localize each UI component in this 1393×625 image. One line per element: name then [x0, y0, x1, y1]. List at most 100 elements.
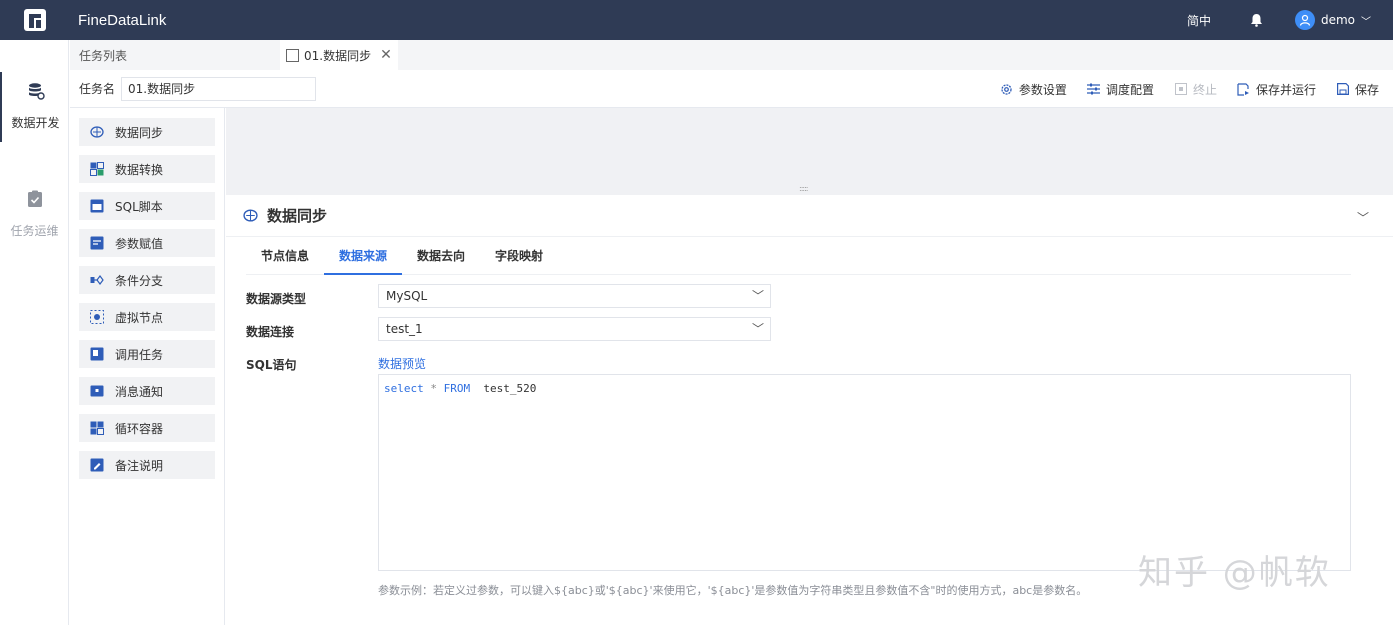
- palette-label: 循环容器: [115, 421, 164, 436]
- chevron-down-icon: ﹀: [1361, 16, 1371, 28]
- palette-item-data-transform[interactable]: 数据转换: [79, 155, 215, 183]
- chevron-down-icon[interactable]: ﹀: [1357, 209, 1369, 226]
- notification-icon: [90, 384, 104, 398]
- connection-select[interactable]: test_1 ﹀: [378, 317, 771, 341]
- clipboard-check-icon: [24, 188, 46, 210]
- sql-keyword: FROM: [443, 382, 471, 395]
- param-settings-label: 参数设置: [1018, 82, 1067, 97]
- save-label: 保存: [1354, 82, 1379, 97]
- tab-label: 01.数据同步: [304, 48, 372, 63]
- note-icon: [90, 458, 104, 472]
- user-menu[interactable]: demo ﹀: [1294, 10, 1371, 30]
- chevron-down-icon: ﹀: [751, 322, 764, 336]
- sliders-icon: [1087, 82, 1101, 96]
- resize-handle-icon[interactable]: :::::: [799, 184, 809, 193]
- tab-field-mapping[interactable]: 字段映射: [480, 237, 558, 275]
- palette-item-sql-script[interactable]: SQL脚本: [79, 192, 215, 220]
- save-run-icon: [1237, 82, 1251, 96]
- call-task-icon: [90, 347, 104, 361]
- nav-label: 数据开发: [11, 116, 60, 130]
- tab-task-list[interactable]: 任务列表: [70, 40, 280, 70]
- stop-button[interactable]: 终止: [1174, 81, 1217, 98]
- palette-item-call-task[interactable]: 调用任务: [79, 340, 215, 368]
- stop-icon: [1174, 82, 1188, 96]
- tab-data-target[interactable]: 数据去向: [402, 237, 480, 275]
- schedule-config-label: 调度配置: [1105, 82, 1154, 97]
- tab-node-info[interactable]: 节点信息: [246, 237, 324, 275]
- user-icon: [1299, 14, 1311, 26]
- transform-icon: [90, 162, 104, 176]
- sql-operator: *: [430, 382, 437, 395]
- top-bar: FineDataLink 简中 demo ﹀: [0, 0, 1393, 40]
- flow-canvas[interactable]: :::::: [226, 108, 1393, 195]
- schedule-config-button[interactable]: 调度配置: [1087, 81, 1154, 98]
- datasource-type-label: 数据源类型: [246, 292, 307, 306]
- palette-label: 消息通知: [115, 384, 164, 399]
- chevron-down-icon: ﹀: [751, 289, 764, 303]
- palette-item-virtual-node[interactable]: 虚拟节点: [79, 303, 215, 331]
- param-assign-icon: [90, 236, 104, 250]
- watermark: 知乎 @帆软: [1138, 553, 1331, 593]
- nav-label: 任务运维: [10, 224, 59, 238]
- palette-item-condition-branch[interactable]: 条件分支: [79, 266, 215, 294]
- sql-label: SQL语句: [246, 358, 297, 372]
- logo-icon: [24, 9, 46, 31]
- palette-item-param-assign[interactable]: 参数赋值: [79, 229, 215, 257]
- branch-icon: [90, 273, 104, 287]
- save-and-run-label: 保存并运行: [1255, 82, 1316, 97]
- task-row: 任务名 01.数据同步 参数设置 调度配置 终止 保存并运行 保存: [70, 70, 1393, 108]
- connection-label: 数据连接: [246, 325, 295, 339]
- username: demo: [1320, 13, 1355, 27]
- close-icon[interactable]: ✕: [380, 47, 392, 63]
- palette-label: 参数赋值: [115, 236, 164, 251]
- palette-item-message-notify[interactable]: 消息通知: [79, 377, 215, 405]
- palette-label: 虚拟节点: [115, 310, 164, 325]
- task-name-input[interactable]: 01.数据同步: [121, 76, 317, 101]
- palette-item-data-sync[interactable]: 数据同步: [79, 118, 215, 146]
- panel-tabs: 节点信息 数据来源 数据去向 字段映射: [246, 237, 1351, 275]
- sql-script-icon: [90, 199, 104, 213]
- loop-container-icon: [90, 421, 104, 435]
- nav-item-task-ops[interactable]: 任务运维: [0, 180, 69, 250]
- database-icon: [25, 80, 47, 102]
- param-settings-button[interactable]: 参数设置: [1000, 81, 1067, 98]
- gear-icon: [1000, 82, 1014, 96]
- connection-value: test_1: [386, 322, 423, 336]
- nav-item-data-dev[interactable]: 数据开发: [0, 72, 69, 142]
- document-icon: [286, 48, 299, 62]
- save-icon: [1336, 82, 1350, 96]
- palette-label: 调用任务: [115, 347, 164, 362]
- panel-title: 数据同步: [267, 207, 328, 225]
- save-and-run-button[interactable]: 保存并运行: [1237, 81, 1316, 98]
- sql-editor[interactable]: select * FROM test_520: [378, 374, 1351, 571]
- sql-keyword: select: [384, 382, 424, 395]
- palette-label: 备注说明: [115, 458, 164, 473]
- component-palette: 数据同步 数据转换 SQL脚本 参数赋值 条件分支 虚拟节点 调用任务 消息通知…: [70, 108, 225, 625]
- data-preview-link[interactable]: 数据预览: [378, 355, 426, 372]
- left-nav: 数据开发 任务运维: [0, 40, 69, 625]
- app-title: FineDataLink: [78, 11, 167, 29]
- tabs-bar: 任务列表 01.数据同步 ✕: [70, 40, 1393, 70]
- app-logo[interactable]: [0, 0, 70, 40]
- panel-header: 数据同步 ﹀: [226, 195, 1393, 237]
- palette-label: 数据同步: [115, 125, 164, 140]
- datasource-type-value: MySQL: [386, 289, 428, 303]
- palette-label: 数据转换: [115, 162, 164, 177]
- palette-label: SQL脚本: [115, 199, 163, 214]
- sql-table-name: test_520: [483, 382, 537, 395]
- palette-item-note[interactable]: 备注说明: [79, 451, 215, 479]
- bell-icon[interactable]: [1249, 12, 1265, 28]
- datasource-type-select[interactable]: MySQL ﹀: [378, 284, 771, 308]
- toolbar: 参数设置 调度配置 终止 保存并运行 保存: [980, 70, 1379, 108]
- param-hint: 参数示例：若定义过参数，可以键入${abc}或'${abc}'来使用它，'${a…: [378, 584, 1088, 597]
- language-switch[interactable]: 简中: [1187, 12, 1211, 29]
- task-name-label: 任务名: [79, 82, 116, 96]
- sync-icon: [90, 125, 104, 139]
- avatar: [1294, 10, 1315, 30]
- palette-item-loop-container[interactable]: 循环容器: [79, 414, 215, 442]
- save-button[interactable]: 保存: [1336, 81, 1379, 98]
- tab-open-task[interactable]: 01.数据同步 ✕: [280, 40, 398, 70]
- tab-data-source[interactable]: 数据来源: [324, 237, 403, 275]
- virtual-node-icon: [90, 310, 104, 324]
- palette-label: 条件分支: [115, 273, 164, 288]
